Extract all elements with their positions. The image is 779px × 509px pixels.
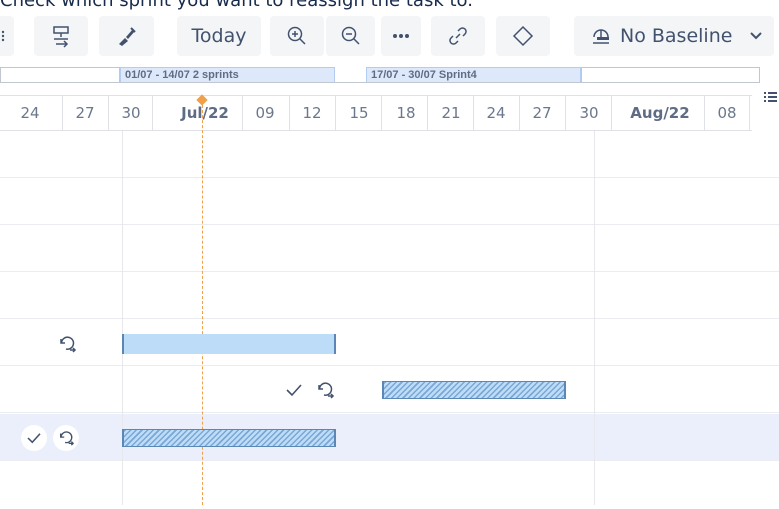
column-menu-icon[interactable] [762,89,778,105]
sprint-row: 01/07 - 14/07 2 sprints 17/07 - 30/07 Sp… [0,66,760,86]
timeline-tick: 21 [441,104,461,122]
sprint-boundary [594,131,595,505]
timeline-tick: 24 [20,104,40,122]
instruction-text: Check which sprint you want to reassign … [0,0,473,11]
link-button[interactable] [431,16,485,56]
indent-structure-icon [53,26,69,48]
gantt-row[interactable] [0,462,779,509]
sprint-slot [581,67,760,83]
timeline-month: Aug/22 [630,104,690,122]
toolbar: Today No Baseline [0,14,779,60]
sprint-block-1[interactable]: 01/07 - 14/07 2 sprints [120,67,335,83]
zoom-out-icon [341,26,360,45]
sprint-slot [0,67,120,83]
gantt-row[interactable] [0,131,779,178]
timeline-tick: 27 [75,104,95,122]
baseline-icon [593,29,609,44]
timeline-tick: 12 [302,104,322,122]
diamond-icon [512,25,534,47]
collapse-icon[interactable] [0,16,14,56]
baseline-label: No Baseline [620,25,733,47]
gantt-row[interactable] [0,178,779,225]
timeline-tick: 09 [255,104,275,122]
gantt-row[interactable] [0,272,779,319]
milestone-button[interactable] [496,16,550,56]
timeline-tick: 24 [486,104,506,122]
gantt-row[interactable] [0,319,779,366]
sprint-boundary [122,131,123,505]
auto-schedule-button[interactable] [34,16,88,56]
task-bar-in-progress[interactable] [382,381,566,399]
timeline-tick: 27 [532,104,552,122]
chevron-down-icon [750,32,763,40]
check-icon[interactable] [281,377,307,403]
timeline-tick: 30 [579,104,599,122]
more-button[interactable] [381,16,421,56]
gantt-row-selected[interactable] [0,414,779,461]
sprint-reassign-icon[interactable] [53,425,79,451]
today-button[interactable]: Today [177,16,261,56]
check-icon[interactable] [21,425,47,451]
sprint-divider [0,82,760,83]
timeline-header: 24 27 30 Jul/22 09 12 15 18 21 24 27 30 … [0,95,752,131]
zoom-in-button[interactable] [270,16,324,56]
link-icon [449,27,467,45]
timeline-tick: 08 [717,104,737,122]
sprint-reassign-icon[interactable] [54,331,80,357]
zoom-out-button[interactable] [326,16,375,56]
task-bar-in-progress[interactable] [122,429,336,447]
task-bar[interactable] [122,334,336,354]
gantt-grid [0,131,779,505]
timeline-tick: 15 [349,104,369,122]
more-dots-icon [393,34,409,38]
paint-button[interactable] [99,16,154,56]
sprint-block-2[interactable]: 17/07 - 30/07 Sprint4 [366,67,581,83]
timeline-tick: 30 [121,104,141,122]
zoom-in-icon [287,26,306,45]
gantt-row[interactable] [0,225,779,272]
sprint-reassign-icon[interactable] [312,377,338,403]
timeline-tick: 18 [396,104,416,122]
baseline-select[interactable]: No Baseline [574,16,774,56]
paint-brush-icon [118,27,136,46]
